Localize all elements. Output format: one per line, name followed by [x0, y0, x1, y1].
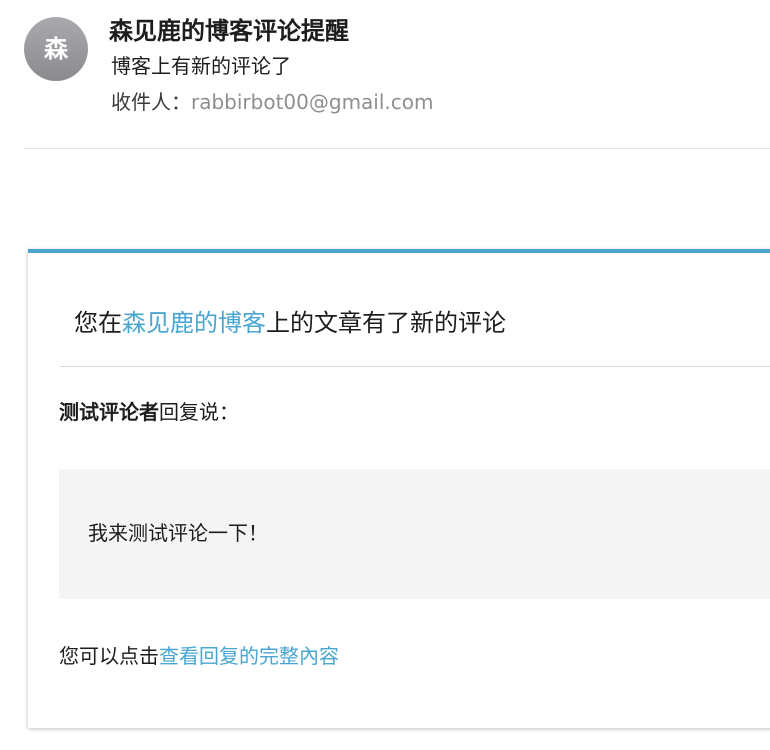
reply-says-label: 回复说：	[159, 400, 239, 424]
card-title: 您在森见鹿的博客上的文章有了新的评论	[74, 307, 506, 339]
comment-quote-box: 我来测试评论一下！	[59, 469, 770, 599]
comment-text: 我来测试评论一下！	[88, 521, 268, 545]
title-prefix: 您在	[74, 309, 122, 337]
view-full-reply-link[interactable]: 查看回复的完整內容	[159, 644, 339, 668]
footer-prefix: 您可以点击	[59, 644, 159, 668]
reply-line: 测试评论者回复说：	[59, 398, 239, 426]
avatar[interactable]: 森	[24, 17, 88, 81]
recipient-address[interactable]: rabbirbot00@gmail.com	[191, 90, 434, 114]
email-subject: 博客上有新的评论了	[111, 54, 291, 78]
title-suffix: 上的文章有了新的评论	[266, 309, 506, 337]
comment-notification-card: 您在森见鹿的博客上的文章有了新的评论 测试评论者回复说： 我来测试评论一下！ 您…	[28, 249, 770, 728]
card-divider	[60, 366, 770, 367]
email-header: 森 森见鹿的博客评论提醒 博客上有新的评论了 收件人：rabbirbot00@g…	[0, 0, 770, 150]
header-divider	[24, 148, 770, 149]
footer-line: 您可以点击查看回复的完整內容	[59, 642, 339, 670]
recipient-label: 收件人：	[111, 90, 191, 114]
recipient-line: 收件人：rabbirbot00@gmail.com	[111, 88, 434, 116]
sender-name: 森见鹿的博客评论提醒	[109, 17, 349, 45]
comment-author: 测试评论者	[59, 400, 159, 424]
blog-link[interactable]: 森见鹿的博客	[122, 309, 266, 337]
